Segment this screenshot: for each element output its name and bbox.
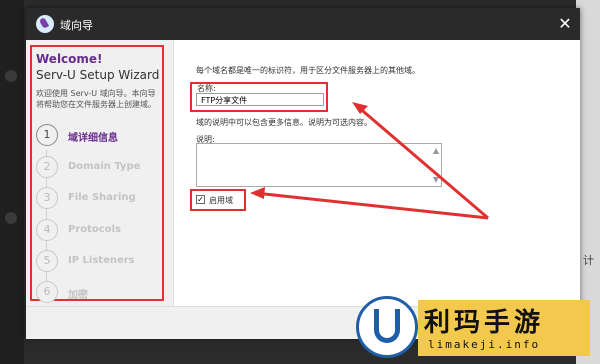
watermark-url: limakeji.info xyxy=(428,338,541,351)
step-label: File Sharing xyxy=(68,192,136,203)
wizard-intro: 欢迎使用 Serv-U 域向导。本向导将帮助您在文件服务器上创建域。 xyxy=(36,89,156,109)
step-domain-type[interactable]: 2 Domain Type xyxy=(36,156,166,180)
step-number: 5 xyxy=(36,250,58,272)
domain-description-text: 每个域名都是唯一的标识符，用于区分文件服务器上的其他域。 xyxy=(196,66,420,75)
step-file-sharing[interactable]: 3 File Sharing xyxy=(36,187,166,211)
wizard-title: Serv-U Setup Wizard xyxy=(36,68,160,82)
step-number: 6 xyxy=(36,281,58,303)
step-domain-details[interactable]: 1 域详细信息 xyxy=(36,124,166,148)
scroll-up-icon[interactable]: ▲ xyxy=(433,146,439,155)
watermark-title: 利玛手游 xyxy=(424,308,545,338)
background-icon xyxy=(5,212,17,224)
title-bar: 域向导 ✕ xyxy=(26,8,580,40)
enable-domain-checkbox[interactable]: ✓ xyxy=(196,195,205,204)
step-label: 加密 xyxy=(68,290,88,301)
background-text: 计 xyxy=(583,254,594,267)
wizard-sidebar: Welcome! Serv-U Setup Wizard 欢迎使用 Serv-U… xyxy=(26,40,174,306)
step-number: 1 xyxy=(36,124,58,146)
close-button[interactable]: ✕ xyxy=(550,8,580,40)
welcome-heading: Welcome! xyxy=(36,52,103,66)
background-left-panel xyxy=(0,0,24,364)
wizard-content: 每个域名都是唯一的标识符，用于区分文件服务器上的其他域。 名称: FTP分享文件… xyxy=(174,40,580,306)
step-encryption[interactable]: 6 加密 xyxy=(36,281,166,305)
step-protocols[interactable]: 4 Protocols xyxy=(36,219,166,243)
domain-name-input[interactable]: FTP分享文件 xyxy=(196,93,324,106)
step-ip-listeners[interactable]: 5 IP Listeners xyxy=(36,250,166,274)
description-hint-text: 域的说明中可以包含更多信息。说明为可选内容。 xyxy=(196,118,372,127)
step-label: Domain Type xyxy=(68,161,141,172)
step-label: IP Listeners xyxy=(68,255,135,266)
dialog-title: 域向导 xyxy=(60,19,93,32)
watermark-logo-icon xyxy=(356,296,418,358)
step-number: 4 xyxy=(36,219,58,241)
app-logo-icon xyxy=(36,15,54,33)
step-label: Protocols xyxy=(68,224,121,235)
description-textarea[interactable]: ▲ ▼ xyxy=(196,143,442,187)
enable-domain-label: 启用域 xyxy=(209,196,233,205)
step-number: 2 xyxy=(36,156,58,178)
scroll-down-icon[interactable]: ▼ xyxy=(433,175,439,184)
domain-wizard-dialog: 域向导 ✕ Welcome! Serv-U Setup Wizard 欢迎使用 … xyxy=(26,8,580,339)
step-number: 3 xyxy=(36,187,58,209)
watermark: 利玛手游 limakeji.info xyxy=(418,300,590,356)
step-label: 域详细信息 xyxy=(68,133,118,144)
background-icon xyxy=(5,70,17,82)
